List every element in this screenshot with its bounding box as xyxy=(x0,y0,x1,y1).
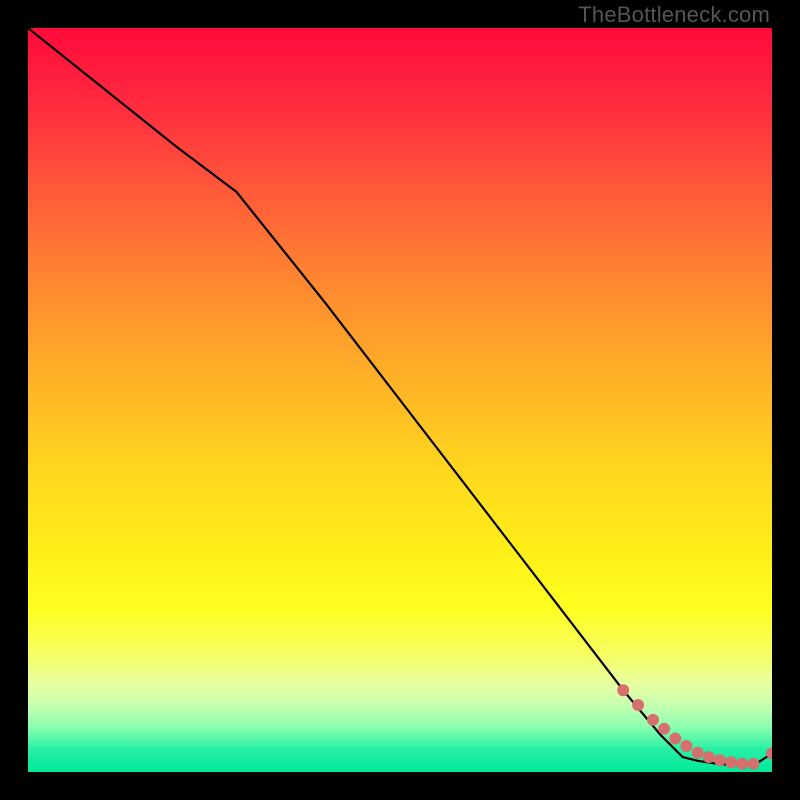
watermark-text: TheBottleneck.com xyxy=(578,2,770,28)
plot-background xyxy=(28,28,772,772)
chart-frame: TheBottleneck.com xyxy=(0,0,800,800)
